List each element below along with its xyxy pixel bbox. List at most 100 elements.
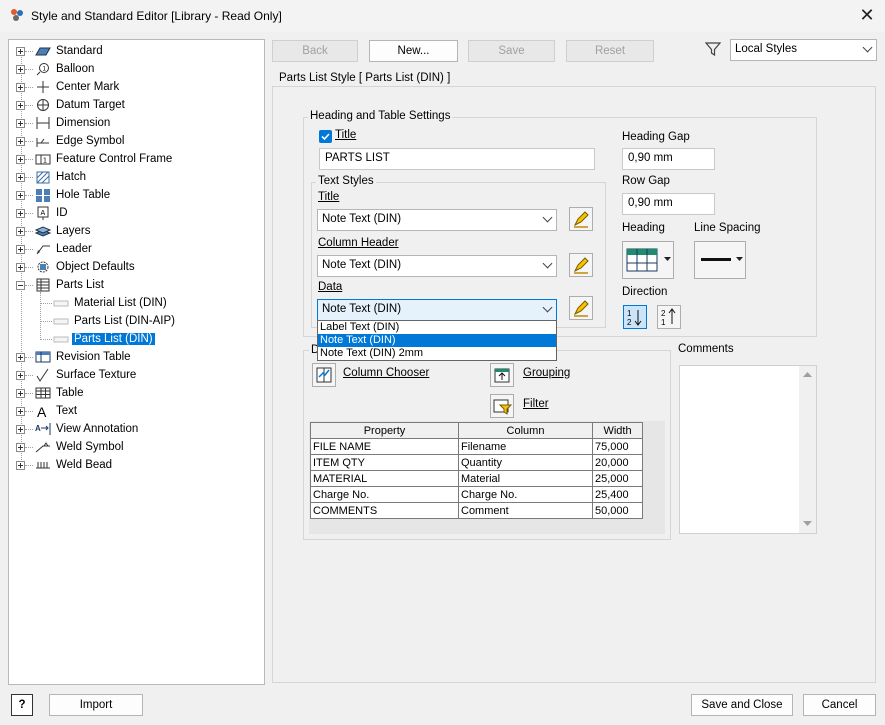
ts-column-header-select[interactable]: Note Text (DIN): [317, 255, 557, 277]
heading-gap-field[interactable]: 0,90 mm: [622, 148, 715, 170]
table-cell[interactable]: COMMENTS: [310, 502, 459, 519]
tree-item-parts-list-din[interactable]: Parts List (DIN): [53, 330, 155, 348]
column-chooser-icon-button[interactable]: [312, 363, 336, 387]
grouping-icon-button[interactable]: [490, 363, 514, 387]
expand-icon[interactable]: [16, 226, 25, 236]
direction-down-button[interactable]: 12: [623, 305, 647, 329]
expand-icon[interactable]: [16, 460, 25, 470]
tree-item-text[interactable]: A Text: [16, 402, 79, 420]
back-button[interactable]: Back: [272, 40, 358, 62]
import-button[interactable]: Import: [49, 694, 143, 716]
tree-item-weld-symbol[interactable]: Weld Symbol: [16, 438, 126, 456]
columns-grid[interactable]: Property Column Width FILE NAME Filename 75,…: [310, 422, 643, 519]
tree-item-surface-texture[interactable]: Surface Texture: [16, 366, 138, 384]
table-cell[interactable]: Material: [458, 470, 593, 487]
column-header-width[interactable]: Width: [592, 422, 643, 439]
line-spacing-dropdown[interactable]: [694, 241, 746, 279]
expand-icon[interactable]: [16, 136, 25, 146]
expand-icon[interactable]: [16, 208, 25, 218]
column-chooser-label[interactable]: Column Chooser: [343, 367, 429, 379]
comments-scrollbar[interactable]: [799, 366, 816, 533]
table-row[interactable]: COMMENTS Comment 50,000: [310, 502, 643, 519]
new-button[interactable]: New...: [369, 40, 458, 62]
ts-column-header-edit-button[interactable]: [569, 253, 593, 277]
expand-icon[interactable]: [16, 406, 25, 416]
expand-icon[interactable]: [16, 118, 25, 128]
table-cell[interactable]: 75,000: [592, 438, 643, 455]
row-gap-field[interactable]: 0,90 mm: [622, 193, 715, 215]
column-header-column[interactable]: Column: [458, 422, 593, 439]
expand-icon[interactable]: [16, 352, 25, 362]
expand-icon[interactable]: [16, 442, 25, 452]
expand-icon[interactable]: [16, 64, 25, 74]
title-text-field[interactable]: PARTS LIST: [319, 148, 595, 170]
expand-icon[interactable]: [16, 190, 25, 200]
expand-icon[interactable]: [16, 370, 25, 380]
tree-item-center-mark[interactable]: Center Mark: [16, 78, 121, 96]
tree-item-parts-list[interactable]: Parts List: [16, 276, 106, 294]
table-cell[interactable]: 50,000: [592, 502, 643, 519]
tree-item-leader[interactable]: Leader: [16, 240, 94, 258]
expand-icon[interactable]: [16, 172, 25, 182]
tree-item-edge-symbol[interactable]: Edge Symbol: [16, 132, 126, 150]
dropdown-option[interactable]: Label Text (DIN): [318, 321, 556, 334]
tree-item-object-defaults[interactable]: Object Defaults: [16, 258, 137, 276]
table-cell[interactable]: 20,000: [592, 454, 643, 471]
tree-item-balloon[interactable]: 1 Balloon: [16, 60, 96, 78]
direction-up-button[interactable]: 21: [657, 305, 681, 329]
tree-item-datum-target[interactable]: Datum Target: [16, 96, 127, 114]
dropdown-option[interactable]: Note Text (DIN): [318, 334, 556, 347]
tree-item-standard[interactable]: Standard: [16, 42, 105, 60]
dropdown-option[interactable]: Note Text (DIN) 2mm: [318, 347, 556, 360]
table-row[interactable]: Charge No. Charge No. 25,400: [310, 486, 643, 503]
close-icon[interactable]: ✕: [852, 4, 882, 28]
ts-data-dropdown-list[interactable]: Label Text (DIN) Note Text (DIN) Note Text…: [317, 320, 557, 361]
title-checkbox[interactable]: [319, 130, 332, 143]
columns-table[interactable]: Property Column Width FILE NAME Filename 75,…: [309, 421, 665, 534]
ts-title-edit-button[interactable]: [569, 207, 593, 231]
table-cell[interactable]: Charge No.: [310, 486, 459, 503]
expand-icon[interactable]: [16, 262, 25, 272]
tree-item-table[interactable]: Table: [16, 384, 86, 402]
tree-item-view-annotation[interactable]: A View Annotation: [16, 420, 140, 438]
tree-item-dimension[interactable]: Dimension: [16, 114, 112, 132]
grouping-label[interactable]: Grouping: [523, 367, 570, 379]
table-cell[interactable]: Comment: [458, 502, 593, 519]
table-cell[interactable]: Filename: [458, 438, 593, 455]
table-cell[interactable]: 25,400: [592, 486, 643, 503]
table-cell[interactable]: MATERIAL: [310, 470, 459, 487]
heading-position-dropdown[interactable]: [622, 241, 674, 279]
expand-icon[interactable]: [16, 154, 25, 164]
scroll-up-icon[interactable]: [803, 372, 812, 378]
ts-data-edit-button[interactable]: [569, 296, 593, 320]
tree-item-material-list-din[interactable]: Material List (DIN): [53, 294, 169, 312]
expand-icon[interactable]: [16, 388, 25, 398]
column-header-property[interactable]: Property: [310, 422, 459, 439]
tree-item-id[interactable]: A ID: [16, 204, 70, 222]
table-row[interactable]: MATERIAL Material 25,000: [310, 470, 643, 487]
save-and-close-button[interactable]: Save and Close: [691, 694, 793, 716]
style-filter-select[interactable]: Local Styles: [730, 39, 877, 61]
expand-icon[interactable]: [16, 46, 25, 56]
ts-data-select[interactable]: Note Text (DIN): [317, 299, 557, 321]
tree-item-weld-bead[interactable]: Weld Bead: [16, 456, 114, 474]
table-cell[interactable]: Quantity: [458, 454, 593, 471]
table-cell[interactable]: ITEM QTY: [310, 454, 459, 471]
expand-icon[interactable]: [16, 244, 25, 254]
tree-item-parts-list-din-aip[interactable]: Parts List (DIN-AIP): [53, 312, 177, 330]
cancel-button[interactable]: Cancel: [803, 694, 876, 716]
table-cell[interactable]: Charge No.: [458, 486, 593, 503]
table-cell[interactable]: FILE NAME: [310, 438, 459, 455]
expand-icon[interactable]: [16, 100, 25, 110]
table-row[interactable]: FILE NAME Filename 75,000: [310, 438, 643, 455]
scroll-down-icon[interactable]: [803, 521, 812, 527]
tree-item-feature-control-frame[interactable]: 1 Feature Control Frame: [16, 150, 174, 168]
style-tree[interactable]: Standard 1 Balloon Center Mark Datum Target D…: [8, 39, 265, 685]
table-row[interactable]: ITEM QTY Quantity 20,000: [310, 454, 643, 471]
save-button[interactable]: Save: [468, 40, 555, 62]
help-button[interactable]: ?: [11, 694, 33, 716]
comments-textarea[interactable]: [679, 365, 817, 534]
filter-label[interactable]: Filter: [523, 398, 549, 410]
expand-icon[interactable]: [16, 82, 25, 92]
table-cell[interactable]: 25,000: [592, 470, 643, 487]
